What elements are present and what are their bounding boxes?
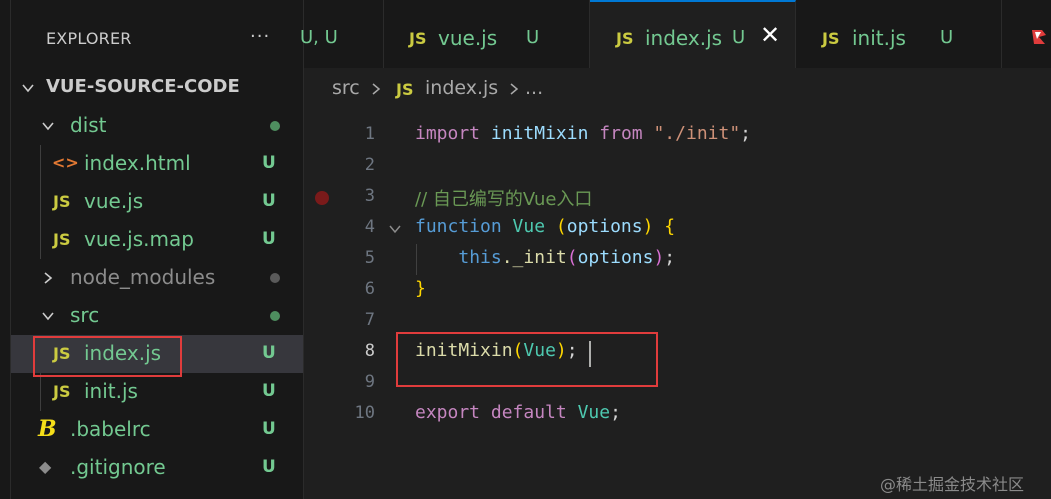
line-number: 8	[364, 341, 375, 361]
git-ignored-dot	[270, 273, 280, 283]
file-label: .babelrc	[70, 417, 151, 441]
git-status-badge: U	[262, 191, 276, 211]
chevron-down-icon	[22, 84, 34, 93]
tab-label: index.js	[645, 26, 723, 50]
js-file-icon: JS	[53, 192, 71, 211]
code-text: }	[415, 278, 426, 299]
breadcrumb-symbols[interactable]: ...	[525, 77, 543, 99]
tab-status: U	[526, 27, 540, 48]
folder-label: dist	[70, 113, 107, 137]
tab-init-js[interactable]: JS init.js U	[796, 0, 1002, 68]
root-folder-label: VUE-SOURCE-CODE	[46, 76, 240, 97]
annotation-box-editor	[396, 332, 658, 387]
chevron-right-icon	[44, 272, 53, 284]
rollup-file-icon	[1032, 30, 1046, 44]
html-file-icon: <>	[52, 153, 79, 172]
js-file-icon: JS	[616, 29, 634, 48]
tree-file-gitignore[interactable]: ◆ .gitignore U	[11, 449, 303, 487]
line-number: 4	[364, 217, 375, 237]
git-file-icon: ◆	[39, 457, 52, 476]
git-modified-dot	[270, 121, 280, 131]
breadcrumb-file[interactable]: index.js	[425, 77, 498, 99]
tree-file-vue-js-map[interactable]: JS vue.js.map U	[11, 221, 303, 259]
git-status-badge: U	[262, 229, 276, 249]
code-editor[interactable]: 1 import initMixin from "./init"; 2 3 //…	[304, 108, 1051, 499]
explorer-title: EXPLORER	[46, 29, 132, 48]
tree-folder-src[interactable]: src	[11, 297, 303, 335]
git-status-badge: U	[262, 381, 276, 401]
file-label: vue.js.map	[84, 227, 194, 251]
code-line[interactable]: 4 function Vue (options) {	[304, 213, 1051, 244]
breadcrumb: src JS index.js ...	[304, 68, 1051, 108]
tree-root-folder[interactable]: VUE-SOURCE-CODE	[11, 69, 303, 107]
folder-label: node_modules	[70, 265, 216, 289]
code-line[interactable]: 6 }	[304, 275, 1051, 306]
explorer-sidebar: EXPLORER ··· VUE-SOURCE-CODE dist <> ind…	[0, 0, 304, 499]
tab-status: U, U	[300, 27, 338, 48]
tab-label: init.js	[852, 26, 906, 50]
close-icon[interactable]: ✕	[760, 21, 780, 49]
line-number: 2	[364, 155, 375, 175]
tree-file-vue-js[interactable]: JS vue.js U	[11, 183, 303, 221]
tab-overflow-right[interactable]	[1002, 0, 1051, 68]
line-number: 10	[354, 403, 375, 423]
git-status-badge: U	[262, 153, 276, 173]
file-label: .gitignore	[70, 455, 166, 479]
tab-label: vue.js	[438, 26, 498, 50]
chevron-right-icon	[510, 83, 519, 95]
breadcrumb-folder[interactable]: src	[332, 77, 360, 99]
activity-bar-edge	[0, 0, 11, 499]
tab-status: U	[732, 27, 746, 48]
code-text: import initMixin from "./init";	[415, 123, 752, 144]
file-label: init.js	[84, 379, 138, 403]
tree-file-babelrc[interactable]: B .babelrc U	[11, 411, 303, 449]
annotation-box-sidebar	[33, 336, 182, 377]
folder-label: src	[70, 303, 100, 327]
more-actions-icon[interactable]: ···	[250, 26, 270, 47]
line-number: 1	[364, 124, 375, 144]
code-text: export default Vue;	[415, 402, 621, 423]
code-line[interactable]: 10 export default Vue;	[304, 399, 1051, 430]
git-status-badge: U	[262, 419, 276, 439]
js-file-icon: JS	[53, 382, 71, 401]
watermark: @稀土掘金技术社区	[880, 475, 1025, 494]
tree-folder-dist[interactable]: dist	[11, 107, 303, 145]
code-line[interactable]: 2	[304, 151, 1051, 182]
line-number: 6	[364, 279, 375, 299]
code-line[interactable]: 3 // 自己编写的Vue入口	[304, 182, 1051, 213]
tab-vue-js[interactable]: JS vue.js U	[384, 0, 590, 68]
code-text: this._init(options);	[458, 247, 676, 268]
tree-folder-node-modules[interactable]: node_modules	[11, 259, 303, 297]
code-line[interactable]: 1 import initMixin from "./init";	[304, 120, 1051, 151]
code-text: function Vue (options) {	[415, 216, 676, 237]
line-number: 3	[364, 186, 375, 206]
code-text: // 自己编写的Vue入口	[415, 189, 593, 210]
git-status-badge: U	[262, 457, 276, 477]
fold-chevron-icon[interactable]	[388, 222, 402, 236]
babel-file-icon: B	[38, 416, 57, 442]
js-file-icon: JS	[822, 29, 840, 48]
js-file-icon: JS	[396, 80, 414, 99]
tree-file-init-js[interactable]: JS init.js U	[11, 373, 303, 411]
chevron-down-icon	[42, 122, 54, 131]
file-label: vue.js	[84, 189, 144, 213]
line-number: 7	[364, 310, 375, 330]
tab-status: U	[940, 27, 954, 48]
file-label: index.html	[84, 151, 191, 175]
tab-overflow[interactable]: U, U	[300, 0, 384, 68]
chevron-down-icon	[42, 312, 54, 321]
tree-file-index-html[interactable]: <> index.html U	[11, 145, 303, 183]
breakpoint-icon[interactable]	[315, 191, 329, 205]
code-line[interactable]: 5 this._init(options);	[304, 244, 1051, 275]
chevron-right-icon	[372, 83, 381, 95]
js-file-icon: JS	[409, 29, 427, 48]
line-number: 9	[364, 372, 375, 392]
git-status-badge: U	[262, 343, 276, 363]
editor-tab-bar: U, U JS vue.js U JS index.js U ✕ JS init…	[300, 0, 1051, 69]
js-file-icon: JS	[53, 230, 71, 249]
tab-index-js[interactable]: JS index.js U ✕	[590, 0, 796, 69]
git-modified-dot	[270, 311, 280, 321]
line-number: 5	[364, 248, 375, 268]
